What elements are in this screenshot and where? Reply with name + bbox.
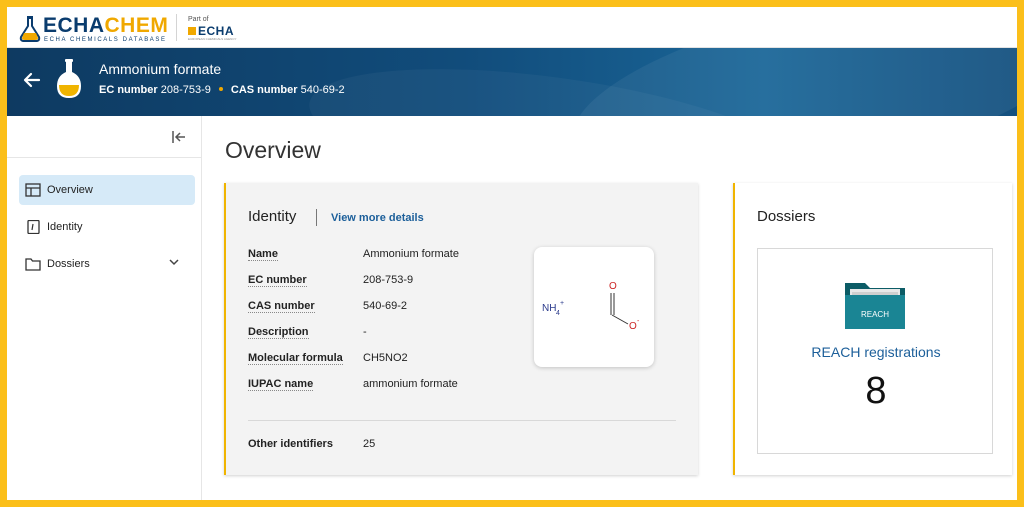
row-value: CH5NO2	[363, 352, 408, 364]
echa-logo-text: ECHA	[198, 24, 235, 38]
substance-name: Ammonium formate	[99, 61, 222, 77]
svg-text:NH: NH	[542, 303, 556, 314]
row-key: Other identifiers	[248, 438, 333, 450]
echa-mark-icon	[188, 27, 196, 35]
dossiers-heading: Dossiers	[757, 208, 816, 225]
structure-image[interactable]: NH 4 + O O -	[534, 247, 654, 367]
view-more-details-link[interactable]: View more details	[331, 212, 424, 224]
row-key[interactable]: Description	[248, 326, 309, 339]
row-value: 208-753-9	[363, 274, 414, 286]
identity-icon	[27, 220, 40, 234]
row-value: ammonium formate	[363, 378, 458, 390]
brand-echa: ECHA	[43, 14, 105, 37]
svg-text:+: +	[560, 300, 564, 307]
sidebar: Overview Identity Dossiers	[7, 116, 202, 500]
folder-icon	[25, 258, 41, 271]
reach-registrations-count: 8	[865, 370, 887, 412]
chevron-down-icon[interactable]	[169, 257, 179, 267]
back-arrow-icon[interactable]	[22, 70, 42, 90]
sidebar-item-identity[interactable]: Identity	[19, 212, 195, 242]
echa-tagline: EUROPEAN CHEMICALS AGENCY	[188, 37, 237, 41]
reach-registrations-link[interactable]: REACH registrations	[758, 344, 994, 360]
brand-subtitle: ECHA CHEMICALS DATABASE	[44, 37, 167, 43]
sidebar-item-overview[interactable]: Overview	[19, 175, 195, 205]
identity-divider	[248, 420, 676, 421]
cas-label: CAS number	[230, 84, 298, 96]
ec-value: 208-753-9	[160, 84, 211, 96]
row-value: 25	[363, 438, 376, 450]
svg-text:O: O	[629, 321, 637, 332]
heading-divider	[316, 209, 317, 226]
ec-label: EC number	[99, 84, 158, 96]
page-title: Overview	[225, 137, 321, 163]
reach-registrations-tile[interactable]: REACH REACH registrations 8	[757, 248, 993, 454]
part-of-label: Part of	[188, 16, 209, 23]
sidebar-item-dossiers[interactable]: Dossiers	[19, 249, 195, 279]
echa-logo[interactable]: ECHA	[188, 24, 234, 38]
sidebar-divider	[7, 157, 202, 158]
row-value: Ammonium formate	[363, 248, 459, 260]
row-key[interactable]: CAS number	[248, 300, 315, 313]
svg-text:O: O	[609, 281, 617, 292]
row-key[interactable]: IUPAC name	[248, 378, 314, 391]
row-value: -	[363, 326, 367, 338]
row-value: 540-69-2	[363, 300, 408, 312]
app-frame: ECHACHEM ECHA CHEMICALS DATABASE Part of…	[7, 7, 1017, 500]
identity-heading: Identity	[248, 208, 297, 225]
collapse-sidebar-icon[interactable]	[171, 130, 189, 144]
substance-flask-icon	[57, 59, 81, 98]
main-content: Overview Identity View more details Name…	[203, 116, 1017, 500]
cas-value: 540-69-2	[300, 84, 345, 96]
sidebar-item-label: Identity	[47, 221, 83, 233]
row-key[interactable]: Name	[248, 248, 278, 261]
substance-identifiers: EC number 208-753-9 CAS number 540-69-2	[99, 84, 345, 96]
top-bar: ECHACHEM ECHA CHEMICALS DATABASE Part of…	[7, 7, 1017, 48]
sidebar-item-label: Overview	[47, 184, 93, 196]
svg-text:REACH: REACH	[861, 310, 889, 319]
logo-divider	[176, 14, 177, 41]
structure-diagram: NH 4 + O O -	[542, 281, 640, 332]
substance-header: Ammonium formate EC number 208-753-9 CAS …	[7, 48, 1017, 116]
overview-icon	[25, 183, 41, 197]
dossiers-card: Dossiers REACH REACH registrations 8	[733, 183, 1012, 475]
separator-dot	[218, 87, 223, 91]
row-key[interactable]: Molecular formula	[248, 352, 343, 365]
brand-chem: CHEM	[104, 14, 169, 37]
svg-text:4: 4	[556, 310, 560, 317]
identity-card: Identity View more details Name Ammonium…	[224, 183, 698, 475]
svg-text:-: -	[637, 318, 640, 325]
sidebar-item-label: Dossiers	[47, 258, 90, 270]
reach-folder-icon: REACH	[845, 283, 905, 329]
flask-logo-icon	[19, 16, 41, 42]
row-key[interactable]: EC number	[248, 274, 307, 287]
